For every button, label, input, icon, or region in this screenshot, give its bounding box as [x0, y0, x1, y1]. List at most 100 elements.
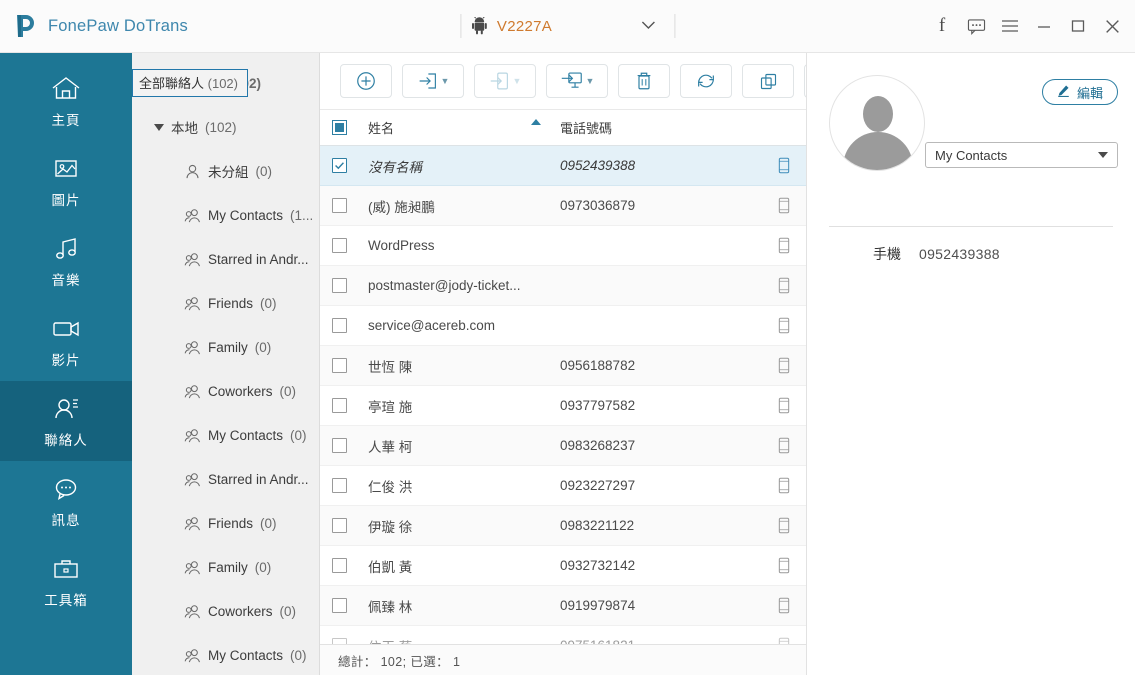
export-to-pc-button[interactable]: ▼ [546, 64, 608, 98]
chevron-down-icon[interactable] [640, 17, 656, 35]
tree-item[interactable]: Starred in Andr... [132, 237, 319, 281]
edit-button[interactable]: 編輯 [1041, 79, 1118, 105]
tree-item-label: Coworkers [208, 383, 273, 399]
table-header: 姓名 電話號碼 [320, 110, 806, 146]
status-text: 總計： 102; 已選： 1 [338, 654, 461, 669]
minimize-icon[interactable] [1027, 8, 1061, 44]
sidebar-label-messages: 訊息 [51, 512, 81, 528]
group-select-value: My Contacts [935, 147, 1008, 163]
table-row[interactable]: 亭瑄 施 0937797582 [320, 386, 806, 426]
chevron-down-icon[interactable]: ▼ [586, 76, 595, 86]
person-icon [184, 163, 201, 180]
sidebar-item-toolbox[interactable]: 工具箱 [0, 541, 132, 621]
export-to-device-button: ▼ [474, 64, 536, 98]
close-icon[interactable] [1095, 8, 1129, 44]
select-all-checkbox[interactable] [332, 120, 368, 135]
table-row[interactable]: service@acereb.com [320, 306, 806, 346]
tree-item-label: 未分組 [208, 165, 249, 180]
refresh-button[interactable] [680, 64, 732, 98]
chevron-down-icon[interactable]: ▼ [441, 76, 450, 86]
tree-item[interactable]: 本地 (102) [132, 105, 319, 149]
tree-item-count: (0) [279, 603, 297, 619]
group-select[interactable]: My Contacts [925, 142, 1118, 168]
delete-button[interactable] [618, 64, 670, 98]
tree-item[interactable]: Family (0) [132, 545, 319, 589]
tree-item-label: Starred in Andr... [208, 251, 309, 267]
table-row[interactable]: 沒有名稱 0952439388 [320, 146, 806, 186]
row-checkbox[interactable] [332, 598, 368, 613]
row-checkbox[interactable] [332, 278, 368, 293]
tree-item[interactable]: Family (0) [132, 325, 319, 369]
sidebar-item-messages[interactable]: 訊息 [0, 461, 132, 541]
tree-item[interactable]: 未分組 (0) [132, 149, 319, 193]
contacts-toolbar: ▼ ▼ ▼ [320, 53, 913, 110]
row-checkbox[interactable] [332, 398, 368, 413]
photo-icon [49, 154, 83, 184]
row-checkbox[interactable] [332, 478, 368, 493]
tree-item[interactable]: Friends (0) [132, 281, 319, 325]
expander-triangle-icon[interactable] [154, 123, 164, 131]
column-header-phone-label: 電話號碼 [560, 121, 613, 136]
menu-icon[interactable] [993, 8, 1027, 44]
row-checkbox[interactable] [332, 238, 368, 253]
group-icon [184, 471, 201, 488]
group-icon [184, 559, 201, 576]
phone-icon [762, 197, 806, 214]
row-phone: 0983268237 [560, 438, 636, 453]
tree-item[interactable]: My Contacts (1... [132, 193, 319, 237]
phone-icon [762, 477, 806, 494]
row-checkbox[interactable] [332, 318, 368, 333]
tree-item[interactable]: Coworkers (0) [132, 589, 319, 633]
sidebar-item-contacts[interactable]: 聯絡人 [0, 381, 132, 461]
add-contact-button[interactable] [340, 64, 392, 98]
row-checkbox[interactable] [332, 638, 368, 644]
table-row[interactable]: 伊璇 徐 0983221122 [320, 506, 806, 546]
table-row[interactable]: 人華 柯 0983268237 [320, 426, 806, 466]
row-checkbox[interactable] [332, 358, 368, 373]
feedback-icon[interactable] [959, 8, 993, 44]
maximize-icon[interactable] [1061, 8, 1095, 44]
table-row[interactable]: 依玉 蔡0975161821 [320, 626, 806, 644]
import-button[interactable]: ▼ [402, 64, 464, 98]
row-checkbox[interactable] [332, 518, 368, 533]
sidebar-item-photos[interactable]: 圖片 [0, 141, 132, 221]
tree-item[interactable]: Friends (0) [132, 501, 319, 545]
sidebar-item-music[interactable]: 音樂 [0, 221, 132, 301]
tree-item-count: (0) [290, 427, 307, 443]
chevron-down-icon[interactable] [1098, 152, 1108, 158]
tree-item[interactable]: Coworkers (0) [132, 369, 319, 413]
duplicate-button[interactable] [742, 64, 794, 98]
tree-item[interactable]: My Contacts (0) [132, 413, 319, 457]
message-icon [49, 474, 83, 504]
table-row[interactable]: 伯凱 黃 0932732142 [320, 546, 806, 586]
tree-item-label: 本地 [171, 121, 198, 136]
group-icon [184, 603, 201, 620]
tree-item-label: Family [208, 559, 248, 575]
row-checkbox[interactable] [332, 558, 368, 573]
table-row[interactable]: (威) 施昶鵬 0973036879 [320, 186, 806, 226]
row-phone: 0956188782 [560, 358, 636, 373]
device-selector[interactable]: V2227A [446, 11, 689, 41]
column-header-name-label: 姓名 [368, 121, 395, 136]
tree-item[interactable]: My Contacts (0) [132, 633, 319, 675]
facebook-icon[interactable]: f [925, 8, 959, 44]
row-checkbox[interactable] [332, 158, 368, 173]
table-row[interactable]: WordPress [320, 226, 806, 266]
table-row[interactable]: postmaster@jody-ticket... [320, 266, 806, 306]
row-checkbox[interactable] [332, 198, 368, 213]
tree-item[interactable]: Starred in Andr... [132, 457, 319, 501]
android-icon [471, 16, 487, 35]
table-row[interactable]: 佩臻 林 0919979874 [320, 586, 806, 626]
column-header-phone[interactable]: 電話號碼 [560, 118, 762, 137]
phone-icon [762, 237, 806, 254]
row-phone: 0923227297 [560, 478, 636, 493]
table-row[interactable]: 世恆 陳 0956188782 [320, 346, 806, 386]
sidebar-item-videos[interactable]: 影片 [0, 301, 132, 381]
row-phone: 0919979874 [560, 598, 636, 613]
row-phone: 0975161821 [560, 638, 762, 644]
fonepaw-logo-icon [14, 13, 38, 39]
sidebar-item-home[interactable]: 主頁 [0, 61, 132, 141]
column-header-name[interactable]: 姓名 [368, 118, 560, 137]
table-row[interactable]: 仁俊 洪 0923227297 [320, 466, 806, 506]
row-checkbox[interactable] [332, 438, 368, 453]
